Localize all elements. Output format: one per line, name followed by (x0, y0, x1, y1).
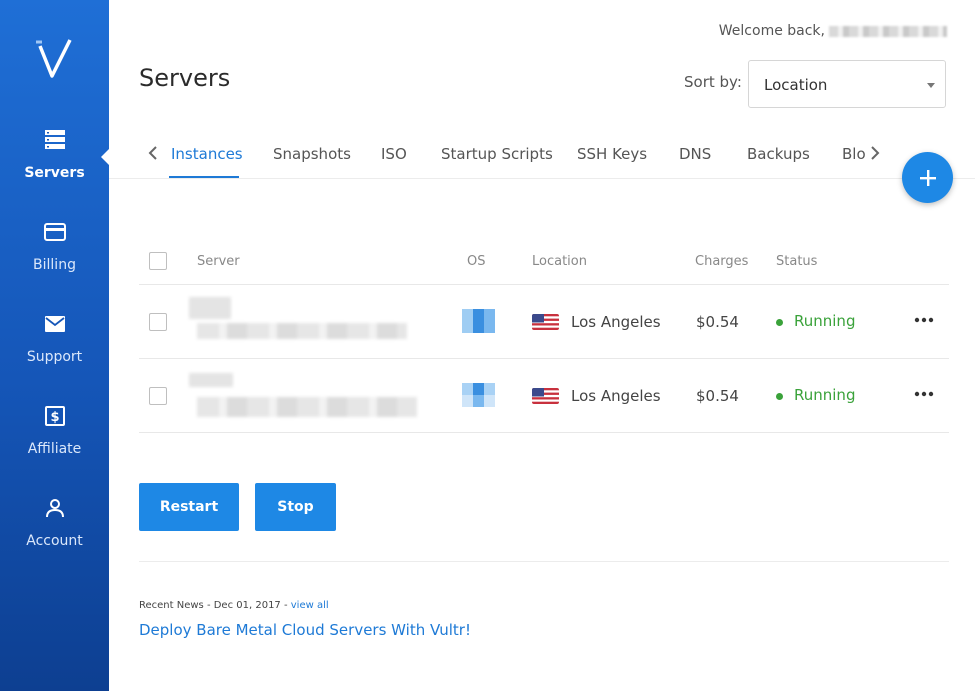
status-text: Running (794, 312, 856, 330)
table-row[interactable]: Los Angeles $0.54 Running (139, 359, 949, 433)
more-options-icon[interactable] (913, 315, 935, 325)
tab-dns[interactable]: DNS (679, 145, 711, 163)
column-header-location[interactable]: Location (532, 254, 587, 269)
more-options-icon[interactable] (913, 389, 935, 399)
server-address-redacted (197, 397, 417, 417)
status-dot-icon (776, 319, 783, 326)
active-indicator (101, 148, 110, 166)
row-checkbox[interactable] (149, 387, 167, 405)
sort-label: Sort by: (684, 73, 742, 91)
os-logo-icon (462, 383, 495, 407)
server-name-redacted (189, 297, 231, 319)
credit-card-icon (43, 223, 66, 241)
sidebar-item-label: Affiliate (27, 441, 82, 457)
us-flag-icon (532, 388, 559, 404)
chevron-right-icon[interactable] (867, 144, 883, 162)
tab-startup-scripts[interactable]: Startup Scripts (441, 145, 553, 163)
sidebar-item-label: Servers (24, 165, 85, 181)
svg-text:$: $ (50, 410, 59, 425)
table-header: Server OS Location Charges Status (139, 240, 949, 285)
tabs-divider (109, 178, 975, 179)
tab-block-storage[interactable]: Blo (842, 145, 866, 163)
tab-instances[interactable]: Instances (171, 145, 243, 163)
tab-snapshots[interactable]: Snapshots (273, 145, 351, 163)
restart-button[interactable]: Restart (139, 483, 239, 531)
chevron-left-icon[interactable] (145, 144, 161, 162)
add-server-button[interactable] (902, 152, 953, 203)
column-header-charges[interactable]: Charges (695, 254, 748, 269)
servers-icon (44, 130, 65, 149)
sidebar-item-support[interactable]: Support (0, 312, 109, 365)
column-header-status[interactable]: Status (776, 254, 817, 269)
column-header-os[interactable]: OS (467, 254, 485, 269)
charges-text: $0.54 (696, 313, 739, 331)
news-headline-link[interactable]: Deploy Bare Metal Cloud Servers With Vul… (139, 621, 471, 639)
sidebar-item-account[interactable]: Account (0, 496, 109, 549)
stop-button[interactable]: Stop (255, 483, 336, 531)
location-text: Los Angeles (571, 387, 661, 405)
sidebar-item-label: Billing (33, 257, 76, 273)
section-divider (139, 561, 949, 562)
select-all-checkbox[interactable] (149, 252, 167, 270)
sidebar-item-affiliate[interactable]: $ Affiliate (0, 404, 109, 457)
os-logo-icon (462, 309, 495, 333)
status-dot-icon (776, 393, 783, 400)
location-text: Los Angeles (571, 313, 661, 331)
welcome-text: Welcome back, (718, 23, 825, 39)
tab-ssh-keys[interactable]: SSH Keys (577, 145, 647, 163)
tab-bar: Instances Snapshots ISO Startup Scripts … (139, 130, 889, 178)
sidebar-item-servers[interactable]: Servers (0, 128, 109, 181)
tab-backups[interactable]: Backups (747, 145, 810, 163)
servers-table: Server OS Location Charges Status Los An… (139, 240, 949, 433)
row-checkbox[interactable] (149, 313, 167, 331)
us-flag-icon (532, 314, 559, 330)
sort-select[interactable]: Location (748, 60, 946, 108)
sidebar-item-label: Support (26, 349, 83, 365)
welcome-message: Welcome back, (719, 23, 947, 39)
server-address-redacted (197, 323, 407, 339)
page-title: Servers (139, 64, 231, 92)
column-header-server[interactable]: Server (197, 254, 240, 269)
news-meta: Recent News - Dec 01, 2017 - view all (139, 600, 329, 611)
username-redacted (829, 25, 947, 37)
sidebar-item-billing[interactable]: Billing (0, 220, 109, 273)
vultr-logo-icon[interactable] (34, 38, 76, 80)
server-name-redacted (189, 373, 233, 387)
chevron-down-icon (927, 83, 935, 88)
dollar-icon: $ (44, 406, 65, 426)
sidebar: Servers Billing Support $ Affiliate Acco… (0, 0, 110, 691)
sidebar-item-label: Account (26, 533, 83, 549)
status-text: Running (794, 386, 856, 404)
sort-select-value: Location (764, 76, 828, 94)
user-icon (45, 499, 64, 518)
news-date-text: Recent News - Dec 01, 2017 - (139, 600, 288, 611)
tab-iso[interactable]: ISO (381, 145, 407, 163)
envelope-icon (44, 316, 65, 332)
charges-text: $0.54 (696, 387, 739, 405)
plus-icon (919, 169, 936, 186)
view-all-news-link[interactable]: view all (291, 600, 329, 611)
table-row[interactable]: Los Angeles $0.54 Running (139, 285, 949, 359)
